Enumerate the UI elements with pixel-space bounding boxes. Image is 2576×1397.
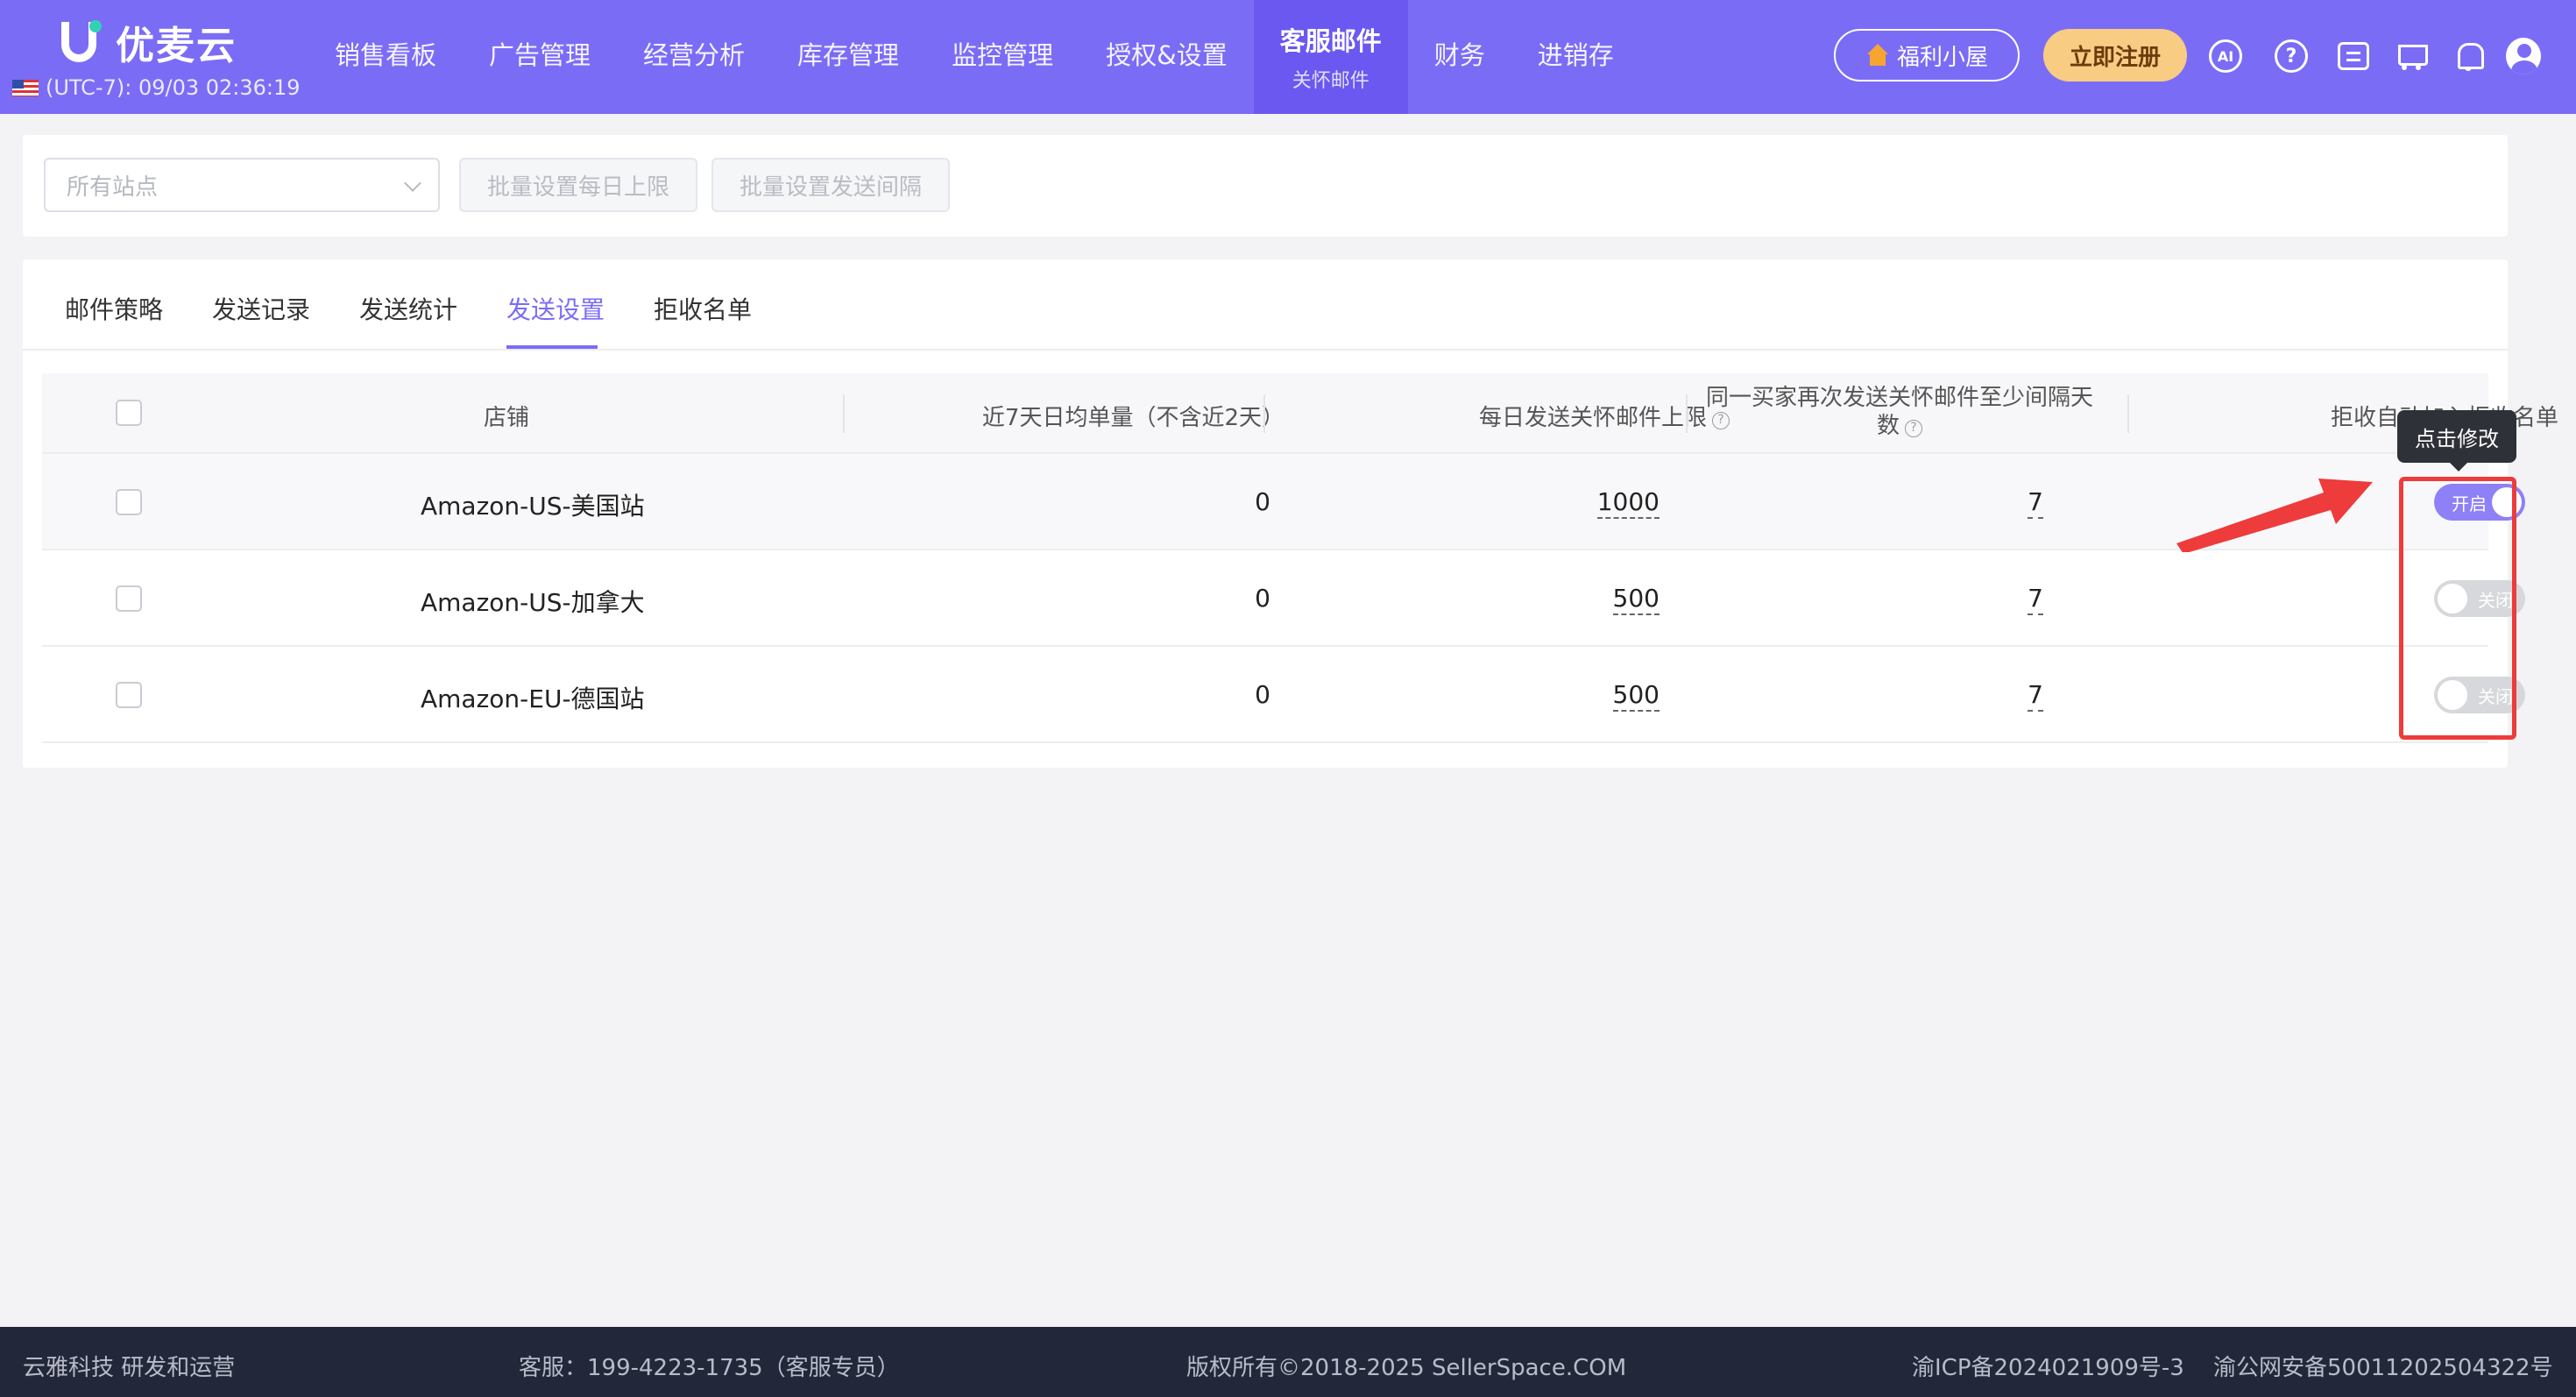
timezone-text: (UTC-7): 09/03 02:36:19 (46, 75, 301, 100)
nav-sublabel: 关怀邮件 (1292, 70, 1369, 92)
annotation-arrow-icon (2176, 479, 2373, 552)
th-daily-limit-label: 每日发送关怀邮件上限 (1478, 405, 1707, 431)
nav-label: 监控管理 (952, 40, 1054, 70)
nav-label: 授权&设置 (1106, 40, 1228, 70)
column-divider (2127, 394, 2129, 433)
daily-limit-value[interactable]: 500 (1612, 584, 1660, 615)
help-icon[interactable]: ? (2274, 39, 2309, 74)
register-button[interactable]: 立即注册 (2043, 29, 2187, 82)
logo-icon (58, 17, 103, 67)
nav-label: 销售看板 (335, 40, 437, 70)
chevron-down-icon (404, 174, 421, 192)
tab-send-records[interactable]: 发送记录 (212, 291, 310, 326)
th-resend-interval-tail: 数 (1876, 413, 1900, 439)
main-nav: 销售看板 广告管理 经营分析 库存管理 监控管理 授权&设置 客服邮件 关怀邮件… (308, 0, 1640, 114)
column-divider (1263, 394, 1265, 433)
column-divider (843, 394, 845, 433)
nav-label: 财务 (1433, 40, 1485, 70)
table-header: 店铺 近7天日均单量（不含近2天） 每日发送关怀邮件上限? 同一买家再次发送关怀… (42, 373, 2558, 454)
row-checkbox[interactable] (116, 682, 142, 708)
nav-analytics[interactable]: 经营分析 (617, 0, 771, 114)
help-circle-icon[interactable]: ? (1905, 420, 1922, 437)
nav-label: 库存管理 (797, 40, 900, 70)
footer-copyright: 版权所有©2018-2025 SellerSpace.COM (1186, 1355, 1627, 1381)
ai-assistant-icon[interactable]: AI (2208, 39, 2243, 74)
th-resend-interval-line2: 数? (1689, 412, 2110, 440)
nav-inventory[interactable]: 库存管理 (771, 0, 925, 114)
send-settings-panel: 邮件策略 发送记录 发送统计 发送设置 拒收名单 店铺 近7天日均单量（不含近2… (23, 259, 2558, 768)
table-row: Amazon-EU-德国站 0 500 7 关闭 (42, 647, 2525, 743)
th-resend-interval: 同一买家再次发送关怀邮件至少间隔天 数? (1689, 384, 2110, 440)
avg-orders-value: 0 (1255, 680, 1270, 709)
nav-monitoring[interactable]: 监控管理 (925, 0, 1079, 114)
page-footer: 云雅科技 研发和运营 客服：199-4223-1735（客服专员） 版权所有©2… (0, 1327, 2576, 1397)
footer-police-record[interactable]: 渝公网安备50011202504322号 (2213, 1350, 2553, 1382)
batch-daily-limit-button[interactable]: 批量设置每日上限 (459, 158, 697, 212)
nav-finance[interactable]: 财务 (1408, 0, 1511, 114)
footer-icp[interactable]: 渝ICP备2024021909号-3 (1912, 1350, 2184, 1382)
th-avg-orders: 近7天日均单量（不含近2天） (981, 405, 1284, 431)
nav-purchase-sales-stock[interactable]: 进销存 (1511, 0, 1640, 114)
site-select-placeholder: 所有站点 (67, 174, 159, 201)
resend-interval-value[interactable]: 7 (2028, 680, 2043, 712)
nav-label: 广告管理 (489, 40, 591, 70)
welfare-button[interactable]: 福利小屋 (1834, 29, 2020, 82)
row-checkbox[interactable] (116, 585, 142, 612)
house-icon (1865, 44, 1890, 67)
daily-limit-value[interactable]: 500 (1612, 680, 1660, 712)
store-name: Amazon-US-加拿大 (421, 588, 645, 617)
brand-name: 优麦云 (116, 24, 237, 68)
edit-tooltip: 点击修改 (2397, 410, 2516, 472)
row-checkbox[interactable] (116, 489, 142, 515)
bell-icon[interactable] (2451, 39, 2486, 74)
avg-orders-value: 0 (1255, 584, 1270, 613)
resend-interval-value[interactable]: 7 (2028, 487, 2043, 519)
tab-send-stats[interactable]: 发送统计 (359, 291, 457, 326)
tab-send-settings[interactable]: 发送设置 (506, 291, 605, 326)
store-name: Amazon-US-美国站 (421, 492, 645, 521)
store-name: Amazon-EU-德国站 (421, 684, 645, 713)
footer-company: 云雅科技 研发和运营 (23, 1355, 236, 1381)
site-select[interactable]: 所有站点 (44, 158, 440, 212)
batch-interval-button[interactable]: 批量设置发送间隔 (711, 158, 950, 212)
resend-interval-value[interactable]: 7 (2028, 584, 2043, 615)
us-flag-icon (12, 79, 39, 96)
top-header: 优麦云 (UTC-7): 09/03 02:36:19 销售看板 广告管理 经营… (0, 0, 2576, 114)
nav-label: 客服邮件 (1279, 26, 1382, 56)
footer-service-phone: 客服：199-4223-1735（客服专员） (519, 1355, 900, 1381)
nav-label: 经营分析 (643, 40, 746, 70)
active-tab-indicator (506, 345, 598, 349)
tab-reject-list[interactable]: 拒收名单 (654, 291, 752, 326)
brand-logo[interactable]: 优麦云 (58, 14, 237, 70)
ai-icon-label: AI (2209, 39, 2242, 73)
nav-customer-email[interactable]: 客服邮件 关怀邮件 (1253, 0, 1408, 114)
avg-orders-value: 0 (1255, 487, 1270, 516)
th-resend-interval-line1: 同一买家再次发送关怀邮件至少间隔天 (1705, 385, 2093, 411)
nav-label: 进销存 (1537, 40, 1614, 70)
welfare-label: 福利小屋 (1896, 44, 1988, 71)
message-icon[interactable] (2336, 39, 2371, 74)
tab-bar: 邮件策略 发送记录 发送统计 发送设置 拒收名单 (23, 259, 2508, 351)
user-avatar-icon[interactable] (2506, 38, 2541, 74)
annotation-highlight-box (2399, 477, 2516, 740)
table-row: Amazon-US-美国站 0 1000 7 开启 (42, 454, 2525, 550)
timezone-clock: (UTC-7): 09/03 02:36:19 (12, 75, 301, 100)
nav-ads[interactable]: 广告管理 (463, 0, 617, 114)
th-store: 店铺 (484, 405, 530, 431)
table-row: Amazon-US-加拿大 0 500 7 关闭 (42, 550, 2525, 647)
select-all-checkbox[interactable] (116, 400, 142, 426)
cart-icon[interactable] (2393, 39, 2428, 74)
filter-bar: 所有站点 批量设置每日上限 批量设置发送间隔 (23, 135, 2508, 237)
tab-email-strategy[interactable]: 邮件策略 (65, 291, 163, 326)
daily-limit-value[interactable]: 1000 (1596, 487, 1660, 519)
help-icon-label: ? (2275, 39, 2308, 73)
column-divider (1686, 394, 1688, 433)
nav-sales-board[interactable]: 销售看板 (308, 0, 463, 114)
nav-auth-settings[interactable]: 授权&设置 (1079, 0, 1254, 114)
